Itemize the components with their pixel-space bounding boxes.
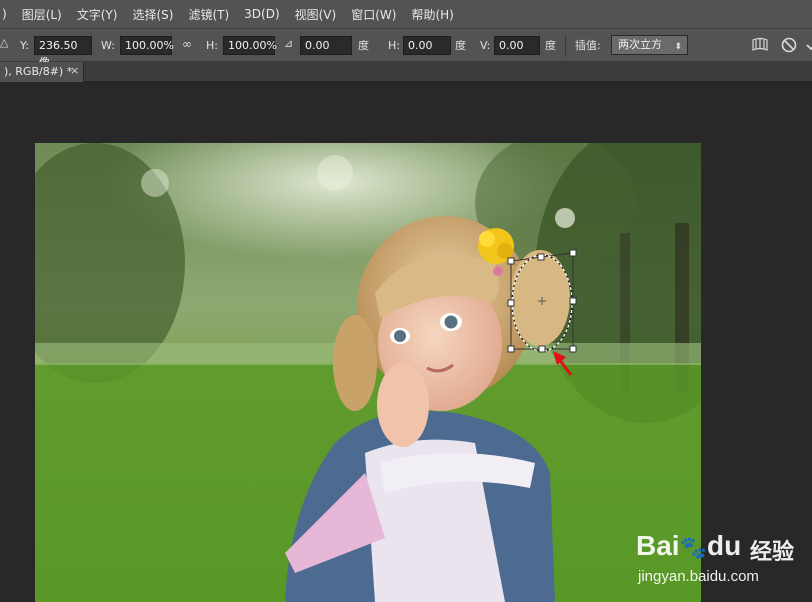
menu-item-prev[interactable]: ): [0, 7, 16, 21]
document-tab-bar: ), RGB/8#) * ×: [0, 62, 812, 82]
rotation-field[interactable]: 0.00: [300, 36, 352, 55]
menu-item-help[interactable]: 帮助(H): [405, 6, 462, 23]
baidu-logo-text: Bai🐾du: [636, 530, 741, 562]
v-skew-field[interactable]: 0.00: [494, 36, 540, 55]
h-skew-label: H:: [388, 39, 400, 52]
warp-mode-icon[interactable]: [751, 36, 769, 57]
interpolation-label: 插值:: [575, 39, 601, 52]
h-skew-field[interactable]: 0.00: [403, 36, 451, 55]
separator: [565, 35, 566, 57]
baidu-brand: Bai: [636, 530, 680, 561]
chevron-updown-icon: ⬍: [674, 42, 682, 52]
angle-icon: ⊿: [284, 37, 294, 50]
baidu-product-text: 经验: [750, 540, 795, 565]
interpolation-select[interactable]: 两次立方 ⬍: [611, 35, 688, 55]
v-skew-label: V:: [480, 39, 491, 52]
transform-options-bar: △ Y: 236.50 像 W: 100.00% ∞ H: 100.00% ⊿ …: [0, 28, 812, 69]
menu-item-select[interactable]: 选择(S): [126, 6, 182, 23]
document-tab[interactable]: ), RGB/8#) * ×: [0, 62, 84, 82]
h-skew-unit: 度: [455, 39, 466, 52]
height-field[interactable]: 100.00%: [223, 36, 277, 55]
menu-item-window[interactable]: 窗口(W): [345, 6, 405, 23]
baidu-url-text: jingyan.baidu.com: [638, 568, 759, 585]
menu-item-view[interactable]: 视图(V): [289, 6, 346, 23]
photo-girl-in-park: [35, 143, 701, 602]
document-tab-title: ), RGB/8#) *: [4, 65, 73, 78]
reference-point-icon[interactable]: △: [0, 36, 8, 49]
close-icon[interactable]: ×: [70, 64, 79, 77]
menu-item-type[interactable]: 文字(Y): [71, 6, 127, 23]
menu-item-layer[interactable]: 图层(L): [16, 6, 71, 23]
y-position-field[interactable]: 236.50 像: [34, 36, 92, 69]
menu-bar: ) 图层(L) 文字(Y) 选择(S) 滤镜(T) 3D(D) 视图(V) 窗口…: [0, 0, 812, 28]
baidu-brand-2: du: [706, 530, 742, 561]
menu-item-filter[interactable]: 滤镜(T): [182, 6, 238, 23]
commit-transform-icon[interactable]: [806, 39, 812, 51]
width-label: W:: [101, 39, 115, 52]
height-label: H:: [206, 39, 218, 52]
baidu-watermark: Bai🐾du 经验 jingyan.baidu.com: [612, 512, 812, 602]
cancel-transform-icon[interactable]: [780, 36, 798, 57]
document-canvas[interactable]: [35, 143, 701, 602]
link-icon[interactable]: ∞: [182, 37, 192, 51]
canvas-area[interactable]: Bai🐾du 经验 jingyan.baidu.com: [0, 82, 812, 602]
width-field[interactable]: 100.00%: [120, 36, 174, 55]
paw-icon: 🐾: [679, 535, 707, 560]
interpolation-value: 两次立方: [618, 38, 662, 51]
rotation-unit: 度: [358, 39, 369, 52]
y-label: Y:: [20, 39, 29, 52]
menu-item-3d[interactable]: 3D(D): [238, 7, 288, 21]
v-skew-unit: 度: [545, 39, 556, 52]
